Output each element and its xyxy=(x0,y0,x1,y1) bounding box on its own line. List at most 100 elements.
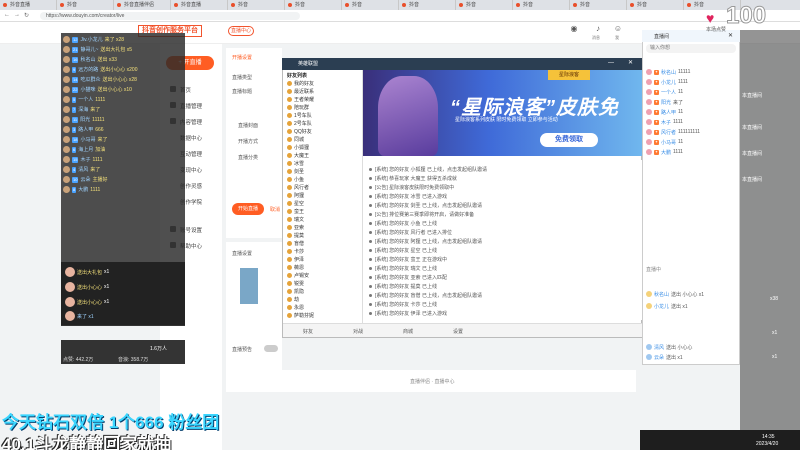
friend-item[interactable]: 卡莎 xyxy=(287,248,304,255)
live-center-button[interactable]: 直播中心 xyxy=(228,26,254,36)
browser-tab[interactable]: 抖音 xyxy=(399,0,456,10)
friend-item[interactable]: 小狐狸 xyxy=(287,144,309,151)
browser-tab[interactable]: 抖音直播 xyxy=(0,0,57,10)
friend-item[interactable]: 阿狸 xyxy=(287,192,304,199)
friend-item[interactable]: 小鱼 xyxy=(287,176,304,183)
fan-badge: ✦ xyxy=(654,149,659,155)
eye-icon[interactable]: ◉ xyxy=(568,24,580,36)
friend-avatar xyxy=(287,225,292,230)
bottom-tab-settings[interactable]: 设置 xyxy=(453,328,463,335)
message-line: [系统] 您的好友 卡莎 已上线 xyxy=(369,301,437,308)
friend-item[interactable]: 同城 xyxy=(287,136,304,143)
browser-tab[interactable]: 抖音 xyxy=(57,0,114,10)
gift-name: 送出小心心 xyxy=(77,284,103,291)
url-input[interactable]: https://www.douyin.com/creator/live xyxy=(40,12,300,20)
friend-item[interactable]: 提莫 xyxy=(287,232,304,239)
friend-avatar xyxy=(287,177,292,182)
friend-item[interactable]: 陪玩群 xyxy=(287,104,309,111)
friend-item[interactable]: 我的好友 xyxy=(287,80,314,87)
browser-tab[interactable]: 抖音 xyxy=(228,0,285,10)
forward-icon[interactable]: → xyxy=(14,12,20,18)
friend-item[interactable]: 冰雪 xyxy=(287,160,304,167)
friend-item[interactable]: 锐雯 xyxy=(287,280,304,287)
user-name: 清风 xyxy=(78,167,89,173)
friend-item[interactable]: 盲僧 xyxy=(287,240,304,247)
browser-tab[interactable]: 抖音 xyxy=(285,0,342,10)
danmu-text: 1111 xyxy=(90,186,101,193)
friend-item[interactable]: 永恩 xyxy=(287,304,304,311)
friend-item[interactable]: 伊泽 xyxy=(287,256,304,263)
cover-thumbnail[interactable] xyxy=(240,268,258,304)
friend-item[interactable]: QQ好友 xyxy=(287,128,312,135)
friend-avatar xyxy=(287,97,292,102)
friend-item[interactable]: 1号车队 xyxy=(287,112,312,119)
gift-name: 送出小心心 xyxy=(77,299,103,306)
friend-item[interactable]: 星空 xyxy=(287,200,304,207)
user-name: 吃瓜群众 xyxy=(80,77,101,83)
message-line: [系统] 您的好友 提莫 已上线 xyxy=(369,283,437,290)
level-badge: 12 xyxy=(72,36,79,43)
close-icon[interactable]: ✕ xyxy=(728,32,733,39)
form-label: 开播方式 xyxy=(238,139,259,145)
browser-tab[interactable]: 抖音 xyxy=(513,0,570,10)
browser-tab[interactable]: 抖音 xyxy=(342,0,399,10)
chat-row: ✦ 一个人 11 xyxy=(646,88,683,96)
danmu-text: 来了 x28 xyxy=(104,37,125,43)
bottom-tab-battle[interactable]: 对战 xyxy=(353,328,363,335)
overlay-caption-line2: 40.1斗龙静静回家就抽 xyxy=(2,435,172,450)
danmu-row: 6 海上月 加油 xyxy=(63,145,183,154)
browser-tab[interactable]: 抖音 xyxy=(570,0,627,10)
chat-row: ✦ 秋名山 11111 xyxy=(646,68,690,76)
browser-tab[interactable]: 抖音 xyxy=(456,0,513,10)
friend-avatar xyxy=(287,249,292,254)
bottom-tab-friends[interactable]: 好友 xyxy=(303,328,313,335)
browser-tab[interactable]: 抖音直播 xyxy=(171,0,228,10)
form-label: 直播预告 xyxy=(232,347,253,353)
friend-item[interactable]: 王者荣耀 xyxy=(287,96,314,103)
chat-search-input[interactable]: 输入你想 xyxy=(646,44,736,53)
level-badge: 5 xyxy=(72,96,77,103)
back-icon[interactable]: ← xyxy=(4,12,10,18)
danmu-text: 本直播间 xyxy=(742,125,763,131)
bottom-tab-shop[interactable]: 商城 xyxy=(403,328,413,335)
gift-row: 来了 x1 xyxy=(65,310,96,322)
friend-item[interactable]: 瑞文 xyxy=(287,216,304,223)
browser-tab[interactable]: 抖音 xyxy=(627,0,684,10)
fan-badge: ✦ xyxy=(654,69,659,75)
level-badge: 10 xyxy=(72,176,79,183)
game-title-bar xyxy=(282,58,642,70)
friend-avatar xyxy=(287,193,292,198)
danmu-text: 送出小心心 x10 xyxy=(97,87,132,93)
preview-toggle[interactable] xyxy=(264,345,278,352)
close-icon[interactable]: ✕ xyxy=(628,59,633,66)
friend-item[interactable]: 2号车队 xyxy=(287,120,312,127)
friend-item[interactable]: 劫 xyxy=(287,296,299,303)
friend-item[interactable]: 薇恩 xyxy=(287,264,304,271)
friend-item[interactable]: 蛮王 xyxy=(287,208,304,215)
message-line: [系统] 您的好友 风行者 已进入排位 xyxy=(369,229,452,236)
friend-item[interactable]: 最近联系 xyxy=(287,88,314,95)
friend-item[interactable]: 凯隐 xyxy=(287,288,304,295)
user-name: 深海 xyxy=(78,107,89,113)
browser-tab[interactable]: 抖音直播伴侣 xyxy=(114,0,171,10)
start-live-submit-button[interactable]: 开始直播 xyxy=(232,203,264,215)
friend-item[interactable]: 大魔王 xyxy=(287,152,309,159)
friend-item[interactable]: 萨勒芬妮 xyxy=(287,312,314,319)
friend-item[interactable]: 卢锡安 xyxy=(287,272,309,279)
avatar xyxy=(646,344,652,350)
avatar xyxy=(63,86,70,93)
user-name: 小猫咪 xyxy=(80,87,96,93)
reload-icon[interactable]: ↻ xyxy=(24,12,29,19)
danmu-row: 7 深海 来了 xyxy=(63,105,183,114)
minimize-icon[interactable]: — xyxy=(608,60,614,66)
friend-avatar xyxy=(287,209,292,214)
avatar xyxy=(63,46,70,53)
friend-avatar xyxy=(287,161,292,166)
free-claim-button[interactable]: 免费领取 xyxy=(540,133,598,147)
game-title: 英雄联盟 xyxy=(298,61,319,67)
friend-item[interactable]: 剑圣 xyxy=(287,168,304,175)
cancel-link[interactable]: 取消 xyxy=(270,206,280,213)
danmu-text: 本直播间 xyxy=(742,151,763,157)
friend-item[interactable]: 风行者 xyxy=(287,184,309,191)
friend-item[interactable]: 亚索 xyxy=(287,224,304,231)
